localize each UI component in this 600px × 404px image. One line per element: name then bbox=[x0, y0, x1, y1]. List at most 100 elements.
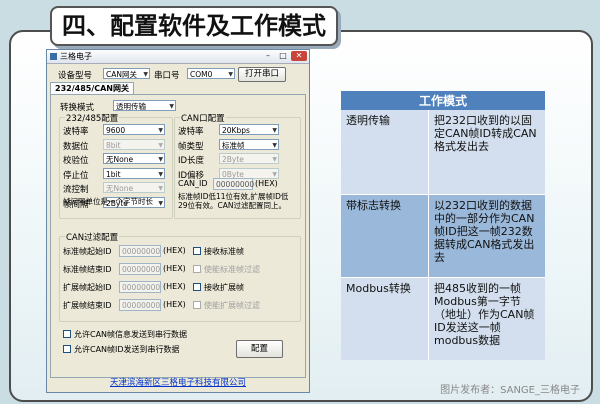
serial-field-label: 校验位 bbox=[63, 156, 89, 166]
app-icon bbox=[50, 53, 57, 60]
serial-field-select[interactable]: 8bit ▼ bbox=[103, 138, 165, 150]
publisher-caption: 图片发布者：SANGE_三格电子 bbox=[440, 385, 580, 396]
can-filter-title: CAN过滤配置 bbox=[65, 231, 120, 243]
can-field-value: 20Kbps bbox=[222, 126, 250, 135]
serial-field-value: 9600 bbox=[106, 126, 126, 135]
filter-id-label: 标准帧起始ID bbox=[63, 247, 112, 256]
filter-hex-label: (HEX) bbox=[163, 264, 186, 273]
company-link[interactable]: 天津滨海新区三格电子科技有限公司 bbox=[47, 376, 309, 388]
device-model-value: CAN网关 bbox=[106, 70, 137, 79]
chevron-down-icon: ▼ bbox=[169, 103, 174, 110]
allow-info-checkbox[interactable] bbox=[63, 330, 71, 338]
mode-row: Modbus转换 把485收到的一帧Modbus第一字节（地址）作为CAN帧ID… bbox=[341, 277, 545, 360]
mode-table-header: 工作模式 bbox=[341, 91, 545, 110]
close-icon[interactable]: ✕ bbox=[291, 51, 307, 61]
allow-id-checkbox[interactable] bbox=[63, 345, 71, 353]
open-port-button[interactable]: 打开串口 bbox=[238, 67, 286, 82]
chevron-down-icon: ▼ bbox=[158, 156, 163, 163]
serial-config-title: 232/485配置 bbox=[65, 112, 120, 124]
serial-field-value: 无None bbox=[106, 155, 134, 164]
serial-field-select[interactable]: 无None ▼ bbox=[103, 153, 165, 164]
can-field-select[interactable]: 2Byte ▼ bbox=[219, 153, 279, 164]
mode-name: 透明传输 bbox=[341, 110, 429, 195]
serial-field-label: 流控制 bbox=[63, 185, 89, 195]
frame-interval-note: 帧间隔单位是一个字节时长 bbox=[63, 197, 153, 206]
can-field-select[interactable]: 0Byte ▼ bbox=[219, 167, 279, 179]
mode-name: 带标志转换 bbox=[341, 194, 429, 278]
filter-id-label: 标准帧结束ID bbox=[63, 265, 112, 274]
can-field-select[interactable]: 20Kbps ▼ bbox=[219, 124, 279, 135]
serial-field-label: 停止位 bbox=[63, 170, 89, 181]
filter-checkbox[interactable] bbox=[193, 301, 201, 309]
filter-id-input[interactable]: 00000000 bbox=[119, 299, 161, 311]
serial-field-value: 无None bbox=[106, 184, 134, 193]
chevron-down-icon: ▼ bbox=[158, 170, 163, 178]
filter-id-input[interactable]: 00000000 bbox=[119, 281, 161, 293]
chevron-down-icon: ▼ bbox=[272, 170, 277, 178]
chevron-down-icon: ▼ bbox=[158, 185, 163, 192]
filter-checkbox-label: 接收标准帧 bbox=[204, 247, 244, 256]
serial-field-select[interactable]: 9600 ▼ bbox=[103, 124, 165, 135]
mode-row: 带标志转换 以232口收到的数据中的一部分作为CAN帧ID把这一帧232数据转成… bbox=[341, 194, 545, 278]
window-title: 三格电子 bbox=[60, 52, 92, 61]
serial-port-value: COM0 bbox=[190, 70, 213, 79]
minimize-icon[interactable]: – bbox=[261, 51, 275, 61]
allow-info-label: 允许CAN帧信息发送到串行数据 bbox=[74, 330, 188, 339]
filter-checkbox[interactable] bbox=[193, 247, 201, 255]
filter-id-input[interactable]: 00000000 bbox=[119, 245, 161, 257]
filter-checkbox[interactable] bbox=[193, 265, 201, 273]
serial-field-select[interactable]: 无None ▼ bbox=[103, 182, 165, 193]
device-model-select[interactable]: CAN网关 ▼ bbox=[103, 68, 150, 79]
tab-panel: 转换模式 透明传输 ▼ 232/485配置 波特率 9600 ▼ 数据位 8bit ▼ 校… bbox=[50, 94, 306, 378]
serial-field-value: 1bit bbox=[106, 169, 121, 179]
filter-id-input[interactable]: 00000000 bbox=[119, 263, 161, 275]
slide-heading: 四、配置软件及工作模式 bbox=[50, 6, 338, 46]
filter-checkbox-label: 使能扩展帧过滤 bbox=[204, 301, 260, 310]
mode-name: Modbus转换 bbox=[341, 277, 429, 360]
title-bar[interactable]: 三格电子 – □ ✕ bbox=[47, 50, 309, 64]
config-button[interactable]: 配置 bbox=[236, 340, 283, 358]
maximize-icon[interactable]: □ bbox=[276, 51, 290, 61]
chevron-down-icon: ▼ bbox=[158, 127, 163, 134]
filter-hex-label: (HEX) bbox=[163, 246, 186, 255]
chevron-down-icon: ▼ bbox=[272, 156, 277, 163]
config-window: 三格电子 – □ ✕ 设备型号 CAN网关 ▼ 串口号 COM0 ▼ 打开串口 23… bbox=[46, 49, 310, 393]
serial-field-value: 8bit bbox=[106, 140, 121, 150]
serial-field-select[interactable]: 1bit ▼ bbox=[103, 167, 165, 179]
can-field-select[interactable]: 标准帧 ▼ bbox=[219, 138, 279, 150]
filter-checkbox[interactable] bbox=[193, 283, 201, 291]
mode-value: 透明传输 bbox=[116, 102, 146, 111]
can-field-value: 2Byte bbox=[222, 155, 244, 164]
serial-field-label: 波特率 bbox=[63, 127, 89, 137]
can-config-title: CAN口配置 bbox=[180, 112, 226, 124]
chevron-down-icon: ▼ bbox=[228, 71, 233, 78]
serial-port-label: 串口号 bbox=[154, 71, 180, 81]
chevron-down-icon: ▼ bbox=[158, 141, 163, 149]
mode-table-body: 透明传输 把232口收到的以固定CAN帧ID转成CAN格式发出去 带标志转换 以… bbox=[341, 110, 545, 360]
can-frame-note: 标准帧ID低11位有效,扩展帧ID低29位有效。CAN过滤配置同上。 bbox=[178, 192, 289, 210]
can-field-label: 帧类型 bbox=[178, 141, 204, 152]
allow-id-label: 允许CAN帧ID发送到串行数据 bbox=[74, 345, 180, 354]
mode-row: 透明传输 把232口收到的以固定CAN帧ID转成CAN格式发出去 bbox=[341, 110, 545, 195]
can-field-label: ID长度 bbox=[178, 156, 205, 166]
chevron-down-icon: ▼ bbox=[143, 71, 148, 78]
filter-checkbox-label: 接收扩展帧 bbox=[204, 283, 244, 292]
can-id-input[interactable]: 00000000 bbox=[213, 178, 254, 190]
serial-field-label: 数据位 bbox=[63, 141, 89, 152]
mode-description: 把485收到的一帧Modbus第一字节（地址）作为CAN帧ID发送这一帧modb… bbox=[428, 277, 545, 360]
chevron-down-icon: ▼ bbox=[272, 141, 277, 149]
filter-checkbox-label: 使能标准帧过滤 bbox=[204, 265, 260, 274]
can-id-label: CAN_ID bbox=[178, 179, 208, 188]
chevron-down-icon: ▼ bbox=[272, 127, 277, 134]
mode-table: 工作模式 透明传输 把232口收到的以固定CAN帧ID转成CAN格式发出去 带标… bbox=[341, 91, 545, 360]
serial-port-select[interactable]: COM0 ▼ bbox=[187, 68, 235, 79]
filter-id-label: 扩展帧结束ID bbox=[63, 301, 112, 310]
mode-description: 把232口收到的以固定CAN帧ID转成CAN格式发出去 bbox=[428, 110, 545, 195]
can-field-value: 标准帧 bbox=[222, 140, 245, 150]
tab-bar: 232/485/CAN网关 bbox=[50, 82, 304, 95]
filter-id-label: 扩展帧起始ID bbox=[63, 283, 112, 292]
can-id-hex-label: (HEX) bbox=[255, 179, 278, 188]
can-field-label: 波特率 bbox=[178, 127, 204, 137]
mode-select[interactable]: 透明传输 ▼ bbox=[113, 100, 176, 111]
device-model-label: 设备型号 bbox=[58, 71, 93, 81]
